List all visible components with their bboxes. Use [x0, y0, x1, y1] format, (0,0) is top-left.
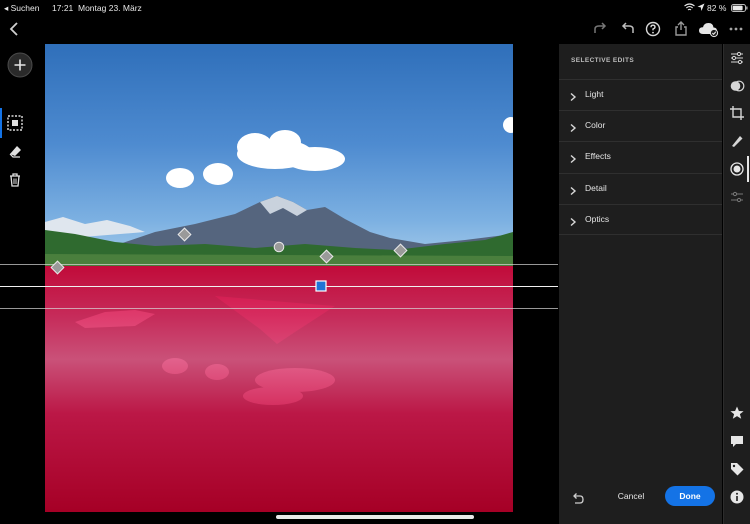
comment-icon[interactable] [729, 433, 745, 449]
back-to-app-link[interactable]: ◂ Suchen [4, 3, 39, 14]
info-icon[interactable] [729, 489, 745, 505]
selective-edits-panel: SELECTIVE EDITS Light Color Effects Deta… [559, 44, 722, 524]
chevron-right-icon [569, 214, 577, 227]
section-label: Color [585, 120, 606, 130]
undo-icon[interactable] [619, 20, 637, 38]
healing-icon[interactable] [729, 133, 745, 149]
status-date: Montag 23. März [78, 3, 142, 13]
reset-icon[interactable] [571, 492, 585, 506]
panel-title: SELECTIVE EDITS [571, 57, 635, 64]
home-indicator[interactable] [276, 515, 474, 519]
active-rail-indicator [747, 156, 749, 182]
trash-icon[interactable] [3, 168, 27, 192]
eraser-icon[interactable] [3, 139, 27, 163]
help-icon[interactable] [644, 20, 662, 38]
chevron-right-icon [569, 183, 577, 196]
wifi-icon [684, 3, 695, 12]
status-bar: ◂ Suchen 17:21 Montag 23. März 82 % [0, 0, 750, 16]
chevron-right-icon [569, 89, 577, 102]
section-label: Effects [585, 151, 611, 161]
chevron-right-icon [569, 151, 577, 164]
done-button[interactable]: Done [665, 486, 715, 506]
share-icon[interactable] [672, 20, 690, 38]
crop-icon[interactable] [729, 105, 745, 121]
cloud-sync-icon[interactable] [698, 20, 720, 38]
chevron-right-icon [569, 120, 577, 133]
section-label: Optics [585, 214, 610, 224]
add-icon[interactable] [7, 52, 33, 78]
section-color[interactable]: Color [559, 110, 722, 141]
section-light[interactable]: Light [559, 79, 722, 110]
more-icon[interactable] [727, 20, 745, 38]
active-tool-indicator [0, 108, 2, 138]
edit-sliders-icon[interactable] [729, 50, 745, 66]
top-toolbar [0, 16, 750, 44]
section-label: Detail [585, 183, 607, 193]
battery-percent: 82 % [707, 3, 727, 13]
presets-icon[interactable] [729, 78, 745, 94]
section-optics[interactable]: Optics [559, 204, 722, 235]
tag-icon[interactable] [729, 461, 745, 477]
cancel-button[interactable]: Cancel [613, 486, 649, 506]
rating-star-icon[interactable] [729, 405, 745, 421]
active-mask-pin [315, 280, 327, 292]
section-detail[interactable]: Detail [559, 173, 722, 204]
back-chevron-icon[interactable] [6, 20, 24, 38]
status-time: 17:21 [52, 3, 74, 13]
right-tool-rail [723, 44, 750, 524]
section-effects[interactable]: Effects [559, 141, 722, 172]
mask-pin [50, 227, 408, 275]
selection-brush-icon[interactable] [3, 111, 27, 135]
selective-icon[interactable] [729, 161, 745, 177]
mask-pins-layer [50, 227, 408, 292]
location-icon [697, 3, 705, 12]
photo-canvas[interactable] [0, 44, 558, 524]
redo-icon[interactable] [591, 20, 609, 38]
versions-icon[interactable] [729, 189, 745, 205]
battery-icon [731, 4, 748, 12]
section-label: Light [585, 89, 604, 99]
